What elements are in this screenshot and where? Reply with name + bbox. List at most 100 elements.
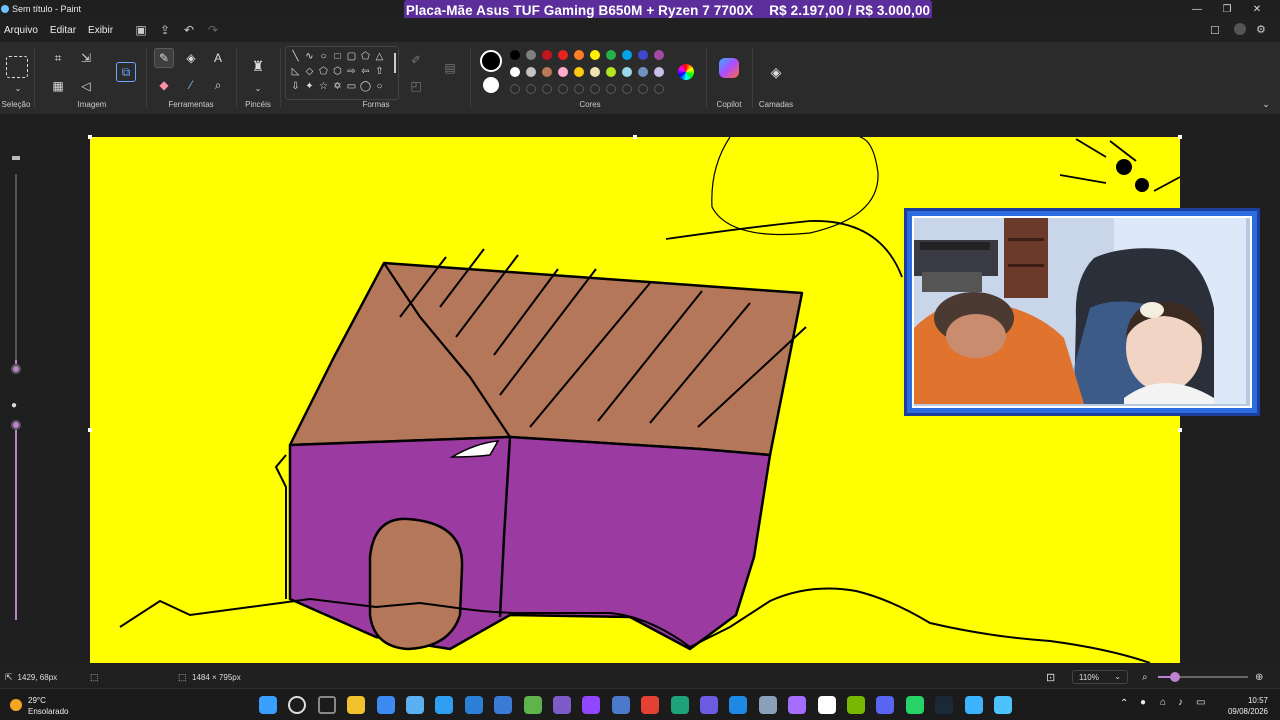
curve-shape-icon[interactable]: ∿ [303, 50, 316, 63]
custom-color-slot[interactable] [638, 84, 648, 94]
nvidia-icon[interactable] [847, 696, 865, 714]
notepad-icon[interactable] [406, 696, 424, 714]
color-swatch[interactable] [654, 50, 664, 60]
callout-rect-shape-icon[interactable]: ▭ [345, 80, 358, 93]
layers-icon[interactable]: ◈ [766, 62, 786, 82]
secondary-color-swatch[interactable] [483, 77, 499, 93]
arrow-up-shape-icon[interactable]: ⇧ [373, 65, 386, 78]
custom-color-slot[interactable] [510, 84, 520, 94]
menu-arquivo[interactable]: Arquivo [0, 25, 44, 36]
color-picker-icon[interactable]: ⁄ [181, 75, 201, 95]
zoom-in-icon[interactable]: ⊕ [1255, 672, 1263, 683]
eraser-icon[interactable]: ◆ [154, 75, 174, 95]
color-swatch[interactable] [590, 50, 600, 60]
zoom-out-icon[interactable]: ⌕ [1142, 672, 1148, 683]
background-removal-icon[interactable]: ⧉ [116, 62, 136, 82]
star6-shape-icon[interactable]: ✡ [331, 80, 344, 93]
undo-icon[interactable]: ↶ [181, 22, 197, 38]
microphone-icon[interactable]: ● [1140, 697, 1146, 708]
text-icon[interactable]: A [208, 48, 228, 68]
copilot-icon[interactable] [719, 58, 739, 78]
color-swatch[interactable] [622, 50, 632, 60]
color-swatch[interactable] [542, 50, 552, 60]
polygon-shape-icon[interactable]: ⬠ [359, 50, 372, 63]
network-icon[interactable]: ⌂ [1160, 697, 1166, 708]
color-swatch[interactable] [606, 50, 616, 60]
custom-color-slot[interactable] [590, 84, 600, 94]
outline-icon[interactable]: ✐ [406, 50, 426, 70]
file-explorer-icon[interactable] [347, 696, 366, 714]
flip-icon[interactable]: ◁ [76, 76, 96, 96]
vscode-icon[interactable] [464, 696, 483, 714]
fit-to-window-icon[interactable]: ⊡ [1046, 671, 1055, 684]
menu-editar[interactable]: Editar [44, 25, 82, 36]
resize-handle[interactable] [1178, 428, 1182, 432]
color-swatch[interactable] [654, 67, 664, 77]
redo-icon[interactable]: ↷ [205, 22, 221, 38]
restore-button[interactable]: ❐ [1212, 0, 1242, 18]
custom-color-slot[interactable] [654, 84, 664, 94]
battery-icon[interactable]: ▭ [1196, 697, 1205, 708]
select-icon[interactable] [6, 56, 28, 78]
brush-dropdown-icon[interactable]: ⌄ [248, 78, 268, 98]
show-hidden-icons-icon[interactable]: ⌃ [1120, 698, 1128, 709]
rectangle-shape-icon[interactable]: □ [331, 50, 344, 63]
custom-color-slot[interactable] [558, 84, 568, 94]
color-swatch[interactable] [590, 67, 600, 77]
volume-icon[interactable]: ♪ [1178, 697, 1183, 708]
color-swatch[interactable] [526, 67, 536, 77]
opacity-thumb[interactable] [11, 420, 21, 430]
color-swatch[interactable] [558, 67, 568, 77]
color-swatch[interactable] [526, 50, 536, 60]
brush-icon[interactable]: ♜ [248, 56, 268, 76]
edit-colors-icon[interactable] [678, 64, 694, 80]
minecraft-icon[interactable] [523, 696, 542, 714]
shape-fill-icon[interactable]: ◰ [406, 76, 426, 96]
pencil-icon[interactable]: ✎ [154, 48, 174, 68]
resize-handle[interactable] [633, 135, 637, 139]
color-swatch[interactable] [542, 67, 552, 77]
triangle-shape-icon[interactable]: △ [373, 50, 386, 63]
close-button[interactable]: ✕ [1242, 0, 1272, 18]
pentagon-shape-icon[interactable]: ⬠ [317, 65, 330, 78]
steam-icon[interactable] [935, 696, 954, 714]
color-swatch[interactable] [510, 50, 520, 60]
menu-exibir[interactable]: Exibir [82, 25, 119, 36]
custom-color-slot[interactable] [526, 84, 536, 94]
color-swatch[interactable] [622, 67, 632, 77]
task-view-icon[interactable] [317, 696, 336, 714]
hexagon-shape-icon[interactable]: ⬡ [331, 65, 344, 78]
hoyo-icon[interactable] [553, 696, 571, 714]
search-icon[interactable] [288, 696, 307, 714]
arrow-right-shape-icon[interactable]: ⇨ [345, 65, 358, 78]
system-clock[interactable]: 10:57 09/08/2026 [1228, 695, 1268, 717]
custom-color-slot[interactable] [622, 84, 632, 94]
rounded-rect-shape-icon[interactable]: ▢ [345, 50, 358, 63]
settings-gear-icon[interactable]: ⚙ [1256, 23, 1266, 36]
account-icon[interactable] [1234, 23, 1246, 35]
color-swatch[interactable] [638, 67, 648, 77]
notes-icon[interactable] [964, 696, 983, 714]
minimize-button[interactable]: — [1182, 0, 1212, 18]
primary-color-swatch[interactable] [480, 50, 502, 72]
oval-shape-icon[interactable]: ○ [317, 50, 330, 63]
shape-size-icon[interactable]: ▤ [440, 58, 460, 78]
whatsapp-icon[interactable] [905, 696, 924, 714]
twitch-icon[interactable] [582, 696, 601, 714]
resize-icon[interactable]: ⇲ [76, 48, 96, 68]
save-icon[interactable]: ▣ [133, 22, 149, 38]
chrome-icon[interactable] [641, 696, 660, 714]
arrow-down-shape-icon[interactable]: ⇩ [289, 80, 302, 93]
color-swatch[interactable] [638, 50, 648, 60]
feather-icon[interactable] [435, 696, 454, 714]
shapes-scrollbar[interactable] [394, 53, 396, 73]
custom-color-slot[interactable] [542, 84, 552, 94]
discord-icon[interactable] [876, 696, 895, 714]
azure-icon[interactable] [494, 696, 513, 714]
arrow-left-shape-icon[interactable]: ⇦ [359, 65, 372, 78]
custom-color-slot[interactable] [574, 84, 584, 94]
collapse-ribbon-icon[interactable]: ⌄ [1256, 94, 1276, 114]
star4-shape-icon[interactable]: ✦ [303, 80, 316, 93]
color-swatch[interactable] [510, 67, 520, 77]
edge-icon[interactable] [670, 696, 689, 714]
